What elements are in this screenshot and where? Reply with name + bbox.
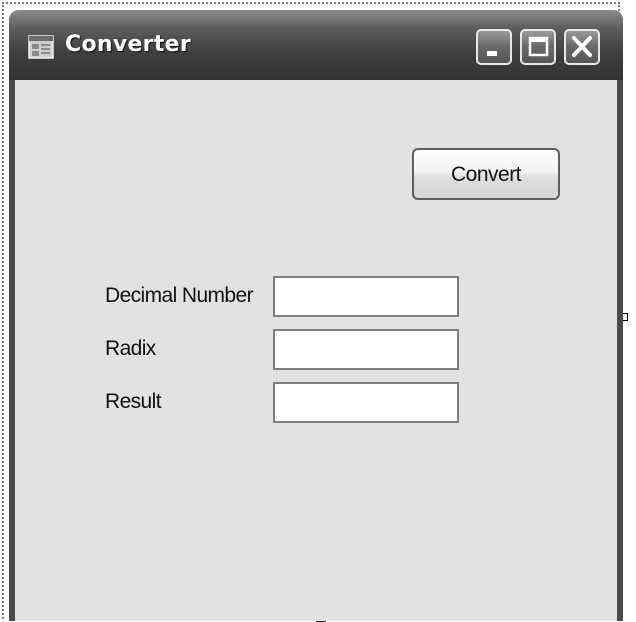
window-title: Converter	[65, 32, 192, 57]
minimize-button[interactable]	[476, 29, 512, 65]
decimal-number-label: Decimal Number	[105, 284, 254, 307]
result-input[interactable]	[273, 382, 459, 423]
converter-window: Converter Convert Decimal Number Radix R…	[9, 10, 623, 621]
form-icon	[28, 35, 54, 59]
decimal-number-input[interactable]	[273, 276, 459, 317]
convert-button[interactable]: Convert	[412, 148, 560, 200]
form-client-area: Convert Decimal Number Radix Result	[15, 80, 617, 621]
radix-label: Radix	[105, 337, 156, 360]
result-label: Result	[105, 390, 162, 413]
title-bar[interactable]: Converter	[9, 10, 623, 80]
radix-input[interactable]	[273, 329, 459, 370]
maximize-button[interactable]	[520, 29, 556, 65]
designer-surface: Converter Convert Decimal Number Radix R…	[0, 0, 636, 622]
close-button[interactable]	[564, 29, 600, 65]
